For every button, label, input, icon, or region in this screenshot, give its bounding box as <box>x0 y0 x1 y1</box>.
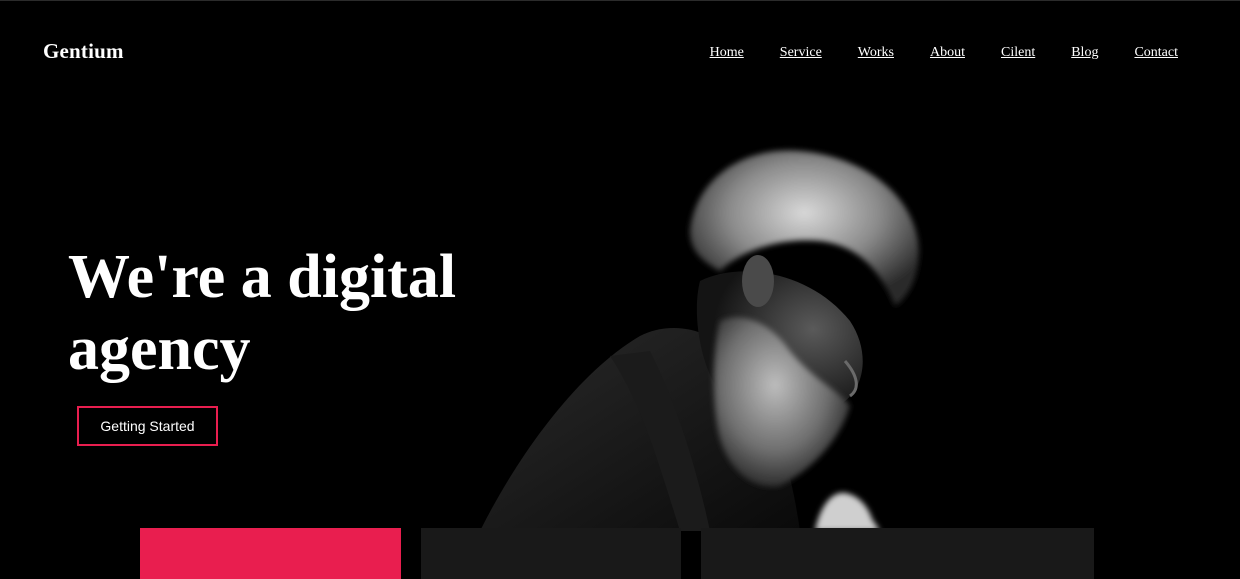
hero-headline: We're a digital agency <box>68 241 528 385</box>
hero-headline-line-2: agency <box>68 315 251 383</box>
hero-headline-line-1: We're a digital <box>68 243 457 311</box>
nav-link-works[interactable]: Works <box>858 45 894 60</box>
nav-item-service: Service <box>780 43 822 61</box>
nav-link-client[interactable]: Cilent <box>1001 45 1035 60</box>
main-nav: Home Service Works About Cilent Blog Con… <box>710 43 1178 61</box>
nav-item-client: Cilent <box>1001 43 1035 61</box>
feature-card-3[interactable] <box>701 528 1094 579</box>
nav-item-works: Works <box>858 43 894 61</box>
nav-item-blog: Blog <box>1071 43 1098 61</box>
feature-card-1[interactable] <box>140 528 401 579</box>
nav-item-home: Home <box>710 43 744 61</box>
site-logo[interactable]: Gentium <box>43 39 124 64</box>
nav-link-blog[interactable]: Blog <box>1071 45 1098 60</box>
page: Gentium Home Service Works About Cilent … <box>0 0 1240 579</box>
nav-item-about: About <box>930 43 965 61</box>
nav-link-about[interactable]: About <box>930 45 965 60</box>
nav-item-contact: Contact <box>1134 43 1178 61</box>
feature-card-2[interactable] <box>421 528 681 579</box>
nav-link-home[interactable]: Home <box>710 45 744 60</box>
nav-link-service[interactable]: Service <box>780 45 822 60</box>
getting-started-button[interactable]: Getting Started <box>77 406 218 446</box>
nav-link-contact[interactable]: Contact <box>1134 45 1178 60</box>
